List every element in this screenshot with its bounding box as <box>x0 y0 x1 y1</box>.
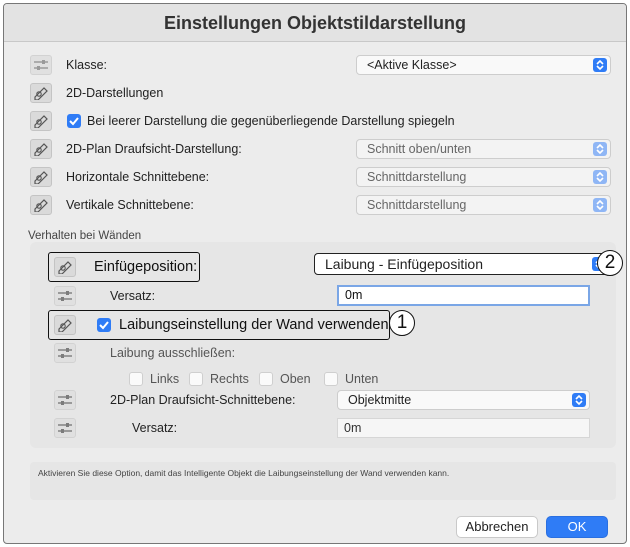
help-text-box: Aktivieren Sie diese Option, damit das I… <box>30 462 616 500</box>
pencil-style-icon[interactable] <box>30 83 52 103</box>
callout-box <box>48 310 390 340</box>
links-checkbox[interactable] <box>129 372 143 386</box>
chevron-updown-icon <box>593 198 607 212</box>
slider-icon <box>54 390 76 410</box>
pencil-style-icon[interactable] <box>30 195 52 215</box>
schnittebene-select-value: Objektmitte <box>348 393 412 407</box>
versatz-label: Versatz: <box>110 289 156 303</box>
ausschliessen-label: Laibung ausschließen: <box>110 346 236 360</box>
horizontal-label: Horizontale Schnittebene: <box>66 170 210 184</box>
dialog-title: Einstellungen Objektstildarstellung <box>4 4 626 42</box>
slider-icon <box>54 343 76 363</box>
chevron-updown-icon <box>572 393 586 407</box>
spiegeln-checkbox[interactable] <box>67 114 81 128</box>
draufsicht-label: 2D-Plan Draufsicht-Darstellung: <box>66 142 242 156</box>
vertikal-select-value: Schnittdarstellung <box>367 198 467 212</box>
klasse-label: Klasse: <box>66 58 107 72</box>
vertikal-select[interactable]: Schnittdarstellung <box>356 195 611 215</box>
schnittebene-label: 2D-Plan Draufsicht-Schnittebene: <box>110 393 296 407</box>
einfuege-select-value: Laibung - Einfügeposition <box>325 256 484 272</box>
pencil-style-icon[interactable] <box>30 139 52 159</box>
schnittebene-select[interactable]: Objektmitte <box>337 390 590 410</box>
klasse-select[interactable]: <Aktive Klasse> <box>356 55 611 75</box>
slider-icon <box>54 286 76 306</box>
links-label: Links <box>150 372 180 386</box>
versatz-input[interactable]: 0m <box>337 285 590 306</box>
spiegeln-label: Bei leerer Darstellung die gegenüberlieg… <box>87 114 455 128</box>
callout-box <box>48 252 200 282</box>
callout-number-1: 1 <box>389 310 415 336</box>
vertikal-label: Vertikale Schnittebene: <box>66 198 194 212</box>
horizontal-select[interactable]: Schnittdarstellung <box>356 167 611 187</box>
pencil-style-icon[interactable] <box>30 167 52 187</box>
einfuege-select[interactable]: Laibung - Einfügeposition <box>314 253 610 275</box>
cancel-button[interactable]: Abbrechen <box>456 516 538 538</box>
chevron-updown-icon <box>593 170 607 184</box>
dialog-window: Einstellungen Objektstildarstellung Klas… <box>3 3 627 544</box>
unten-checkbox[interactable] <box>324 372 338 386</box>
draufsicht-select[interactable]: Schnitt oben/unten <box>356 139 611 159</box>
slider-icon <box>54 418 76 438</box>
chevron-updown-icon <box>593 58 607 72</box>
callout-number-2: 2 <box>597 250 623 276</box>
rechts-checkbox[interactable] <box>189 372 203 386</box>
walls-section-title: Verhalten bei Wänden <box>28 230 142 242</box>
help-text: Aktivieren Sie diese Option, damit das I… <box>38 468 450 478</box>
oben-checkbox[interactable] <box>259 372 273 386</box>
klasse-select-value: <Aktive Klasse> <box>367 58 457 72</box>
horizontal-select-value: Schnittdarstellung <box>367 170 467 184</box>
rechts-label: Rechts <box>210 372 249 386</box>
darstellungen-label: 2D-Darstellungen <box>66 86 164 100</box>
draufsicht-select-value: Schnitt oben/unten <box>367 142 472 156</box>
oben-label: Oben <box>280 372 311 386</box>
versatz2-label: Versatz: <box>132 421 178 435</box>
ok-button[interactable]: OK <box>546 516 608 538</box>
versatz2-input[interactable]: 0m <box>337 418 590 438</box>
chevron-updown-icon <box>593 142 607 156</box>
pencil-style-icon[interactable] <box>30 111 52 131</box>
unten-label: Unten <box>345 372 379 386</box>
slider-icon <box>30 55 52 75</box>
